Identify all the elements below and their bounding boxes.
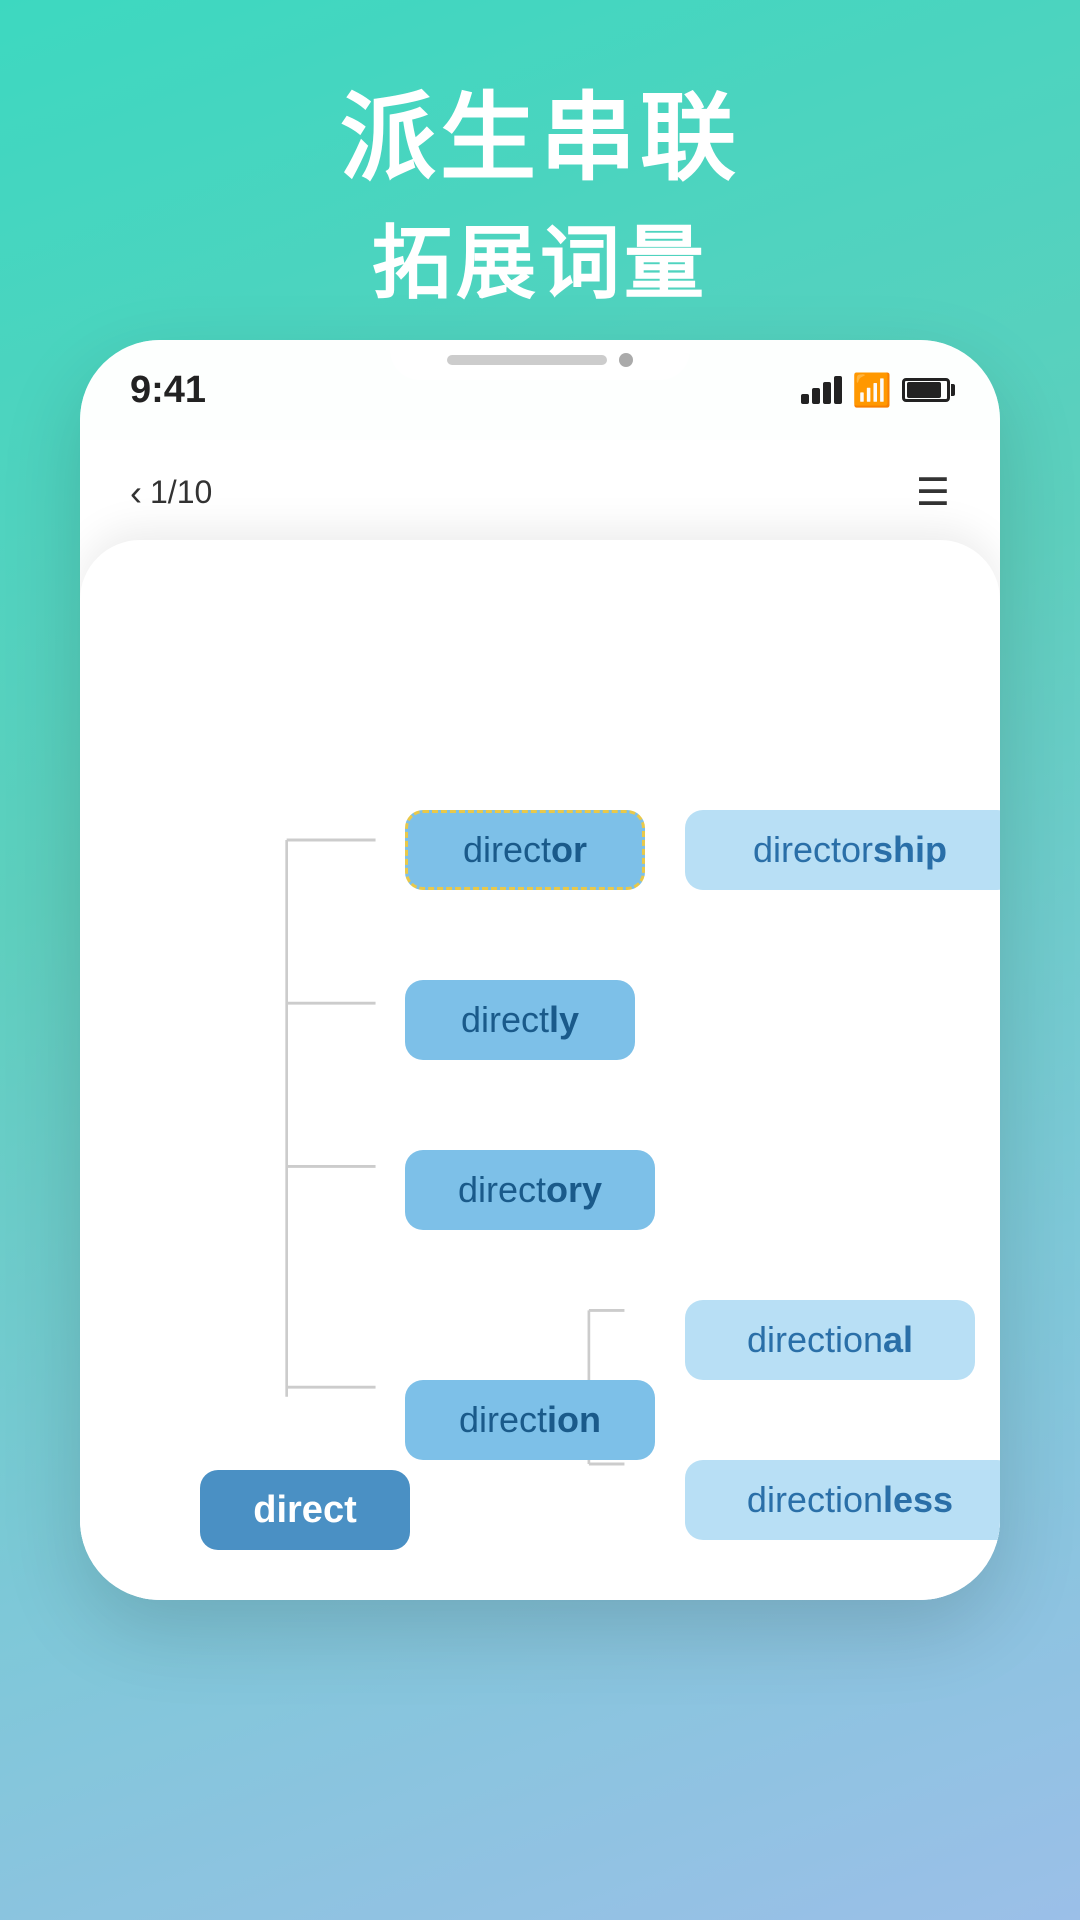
signal-icon <box>801 376 842 404</box>
node-direct-text: direct <box>253 1489 356 1532</box>
node-direction-text: direction <box>459 1399 601 1441</box>
node-directionless-text: directionless <box>747 1479 953 1521</box>
node-direct[interactable]: direct <box>200 1470 410 1550</box>
node-directorship-text: directorship <box>753 829 947 871</box>
nav-bar: ‹ 1/10 ☰ <box>130 470 950 515</box>
node-directional-text: directional <box>747 1319 913 1361</box>
status-time: 9:41 <box>130 369 206 412</box>
header-line1: 派生串联 <box>0 60 1080 199</box>
node-directory[interactable]: directory <box>405 1150 655 1230</box>
status-icons: 📶 <box>801 371 950 409</box>
page-indicator: 1/10 <box>150 474 212 511</box>
settings-icon[interactable]: ☰ <box>916 470 950 515</box>
notch-bar <box>447 355 607 365</box>
page-header: 派生串联 拓展词量 <box>0 60 1080 315</box>
node-directionless[interactable]: directionless <box>685 1460 1000 1540</box>
tree-card: direct director directorship <box>80 540 1000 1600</box>
header-line2: 拓展词量 <box>0 199 1080 315</box>
node-directly[interactable]: directly <box>405 980 635 1060</box>
tree-container: direct director directorship <box>140 600 940 1560</box>
notch-dot <box>619 353 633 367</box>
node-directional[interactable]: directional <box>685 1300 975 1380</box>
phone-frame: 9:41 📶 ‹ 1/10 ☰ direct <box>80 340 1000 1600</box>
wifi-icon: 📶 <box>852 371 892 409</box>
battery-icon <box>902 378 950 402</box>
node-director-text: director <box>463 829 587 871</box>
nav-back[interactable]: ‹ 1/10 <box>130 472 212 514</box>
node-directory-text: directory <box>458 1169 602 1211</box>
app-content: ‹ 1/10 ☰ direct ☆ ← 英 🔊 [də'rekt] <box>80 440 1000 1600</box>
node-direction[interactable]: direction <box>405 1380 655 1460</box>
node-directorship[interactable]: directorship <box>685 810 1000 890</box>
back-chevron-icon: ‹ <box>130 472 142 514</box>
phone-status-bar: 9:41 📶 <box>80 340 1000 440</box>
node-directly-text: directly <box>461 999 579 1041</box>
node-director[interactable]: director <box>405 810 645 890</box>
phone-notch <box>390 340 690 380</box>
